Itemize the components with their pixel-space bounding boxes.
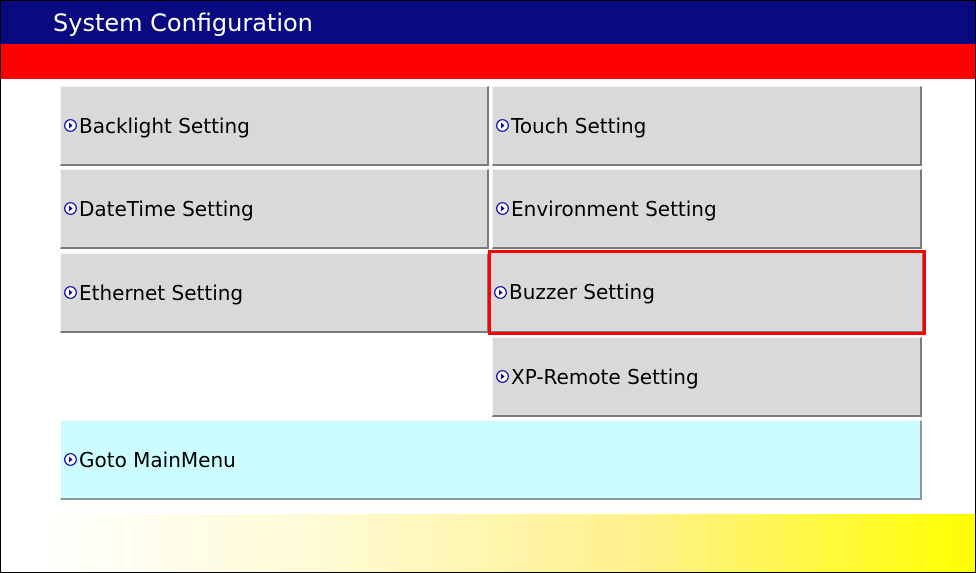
backlight-setting-label: Backlight Setting [79, 113, 250, 138]
backlight-setting-button[interactable]: Backlight Setting [60, 86, 489, 166]
buzzer-setting-button[interactable]: Buzzer Setting [488, 250, 926, 335]
datetime-setting-button[interactable]: DateTime Setting [60, 169, 489, 249]
ethernet-setting-label: Ethernet Setting [79, 280, 244, 305]
right-arrow-circle-icon [496, 202, 509, 215]
xp-remote-setting-label: XP-Remote Setting [511, 364, 699, 389]
right-arrow-circle-icon [494, 285, 507, 299]
right-arrow-circle-icon [64, 453, 77, 466]
right-arrow-circle-icon [496, 119, 509, 132]
datetime-setting-label: DateTime Setting [79, 196, 254, 221]
right-arrow-circle-icon [64, 119, 77, 132]
page-title: System Configuration [53, 9, 313, 37]
right-arrow-circle-icon [496, 370, 509, 383]
system-configuration-screen: System Configuration Backlight Setting T… [0, 0, 976, 573]
goto-main-menu-button[interactable]: Goto MainMenu [60, 420, 922, 500]
environment-setting-button[interactable]: Environment Setting [492, 169, 922, 249]
ethernet-setting-button[interactable]: Ethernet Setting [60, 253, 489, 333]
environment-setting-label: Environment Setting [511, 196, 717, 221]
title-bar: System Configuration [1, 1, 975, 44]
touch-setting-button[interactable]: Touch Setting [492, 86, 922, 166]
xp-remote-setting-button[interactable]: XP-Remote Setting [492, 337, 922, 417]
buzzer-setting-label: Buzzer Setting [509, 280, 655, 304]
footer-gradient-bar [30, 514, 975, 572]
goto-main-menu-label: Goto MainMenu [79, 447, 236, 472]
right-arrow-circle-icon [64, 202, 77, 215]
header-band [1, 44, 975, 79]
right-arrow-circle-icon [64, 286, 77, 299]
touch-setting-label: Touch Setting [511, 113, 647, 138]
